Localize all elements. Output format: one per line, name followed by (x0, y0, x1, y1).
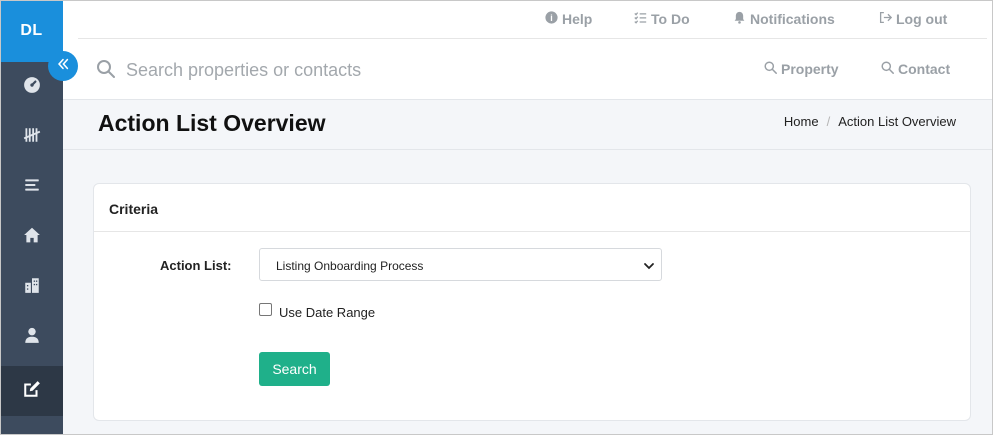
svg-text:i: i (550, 13, 552, 23)
list-icon (23, 176, 41, 199)
topbar (78, 0, 987, 39)
action-list-value: Listing Onboarding Process (276, 259, 424, 273)
page-title: Action List Overview (98, 110, 326, 136)
help-link[interactable]: i Help (545, 11, 592, 27)
breadcrumb-current: Action List Overview (838, 114, 956, 129)
criteria-card: Criteria Action List: Listing Onboarding… (93, 183, 971, 421)
sidebar-item-contacts[interactable] (0, 312, 63, 362)
search-input[interactable] (126, 55, 686, 85)
search-icon (881, 61, 894, 77)
logout-icon (879, 11, 893, 27)
card-header: Criteria (94, 184, 970, 232)
search-icon (96, 59, 116, 84)
card-title: Criteria (109, 201, 159, 217)
use-date-range-label[interactable]: Use Date Range (279, 305, 375, 320)
page-header: Action List Overview Home / Action List … (63, 100, 993, 150)
notifications-link[interactable]: Notifications (733, 11, 835, 27)
property-filter-link[interactable]: Property (764, 61, 839, 77)
action-list-select[interactable]: Listing Onboarding Process (259, 248, 662, 281)
action-list-label: Action List: (160, 258, 232, 273)
chevrons-left-icon (56, 57, 70, 76)
breadcrumb-home[interactable]: Home (784, 114, 819, 129)
use-date-range-checkbox[interactable] (259, 303, 272, 316)
contact-filter-link[interactable]: Contact (881, 61, 950, 77)
sidebar-item-buildings[interactable] (0, 262, 63, 312)
header: i Help To Do Notifications Log out Prope… (63, 0, 993, 100)
collapse-sidebar-button[interactable] (48, 51, 78, 81)
checklist-icon (634, 11, 647, 27)
sidebar-item-home[interactable] (0, 212, 63, 262)
todo-link[interactable]: To Do (634, 11, 690, 27)
sidebar-item-tally[interactable] (0, 112, 63, 162)
chevron-down-icon (643, 259, 655, 271)
dashboard-icon (23, 76, 41, 99)
tally-icon (23, 126, 41, 149)
breadcrumb: Home / Action List Overview (784, 114, 956, 129)
breadcrumb-separator: / (826, 114, 831, 129)
search-icon (764, 61, 777, 77)
building-icon (23, 276, 41, 299)
sidebar-item-list[interactable] (0, 162, 63, 212)
logout-link[interactable]: Log out (879, 11, 947, 27)
user-icon (23, 326, 41, 349)
edit-icon (23, 380, 41, 403)
bell-icon (733, 11, 746, 27)
help-icon: i (545, 11, 558, 27)
home-icon (23, 226, 41, 249)
search-button[interactable]: Search (259, 352, 330, 386)
sidebar-item-action-lists[interactable] (0, 366, 63, 416)
